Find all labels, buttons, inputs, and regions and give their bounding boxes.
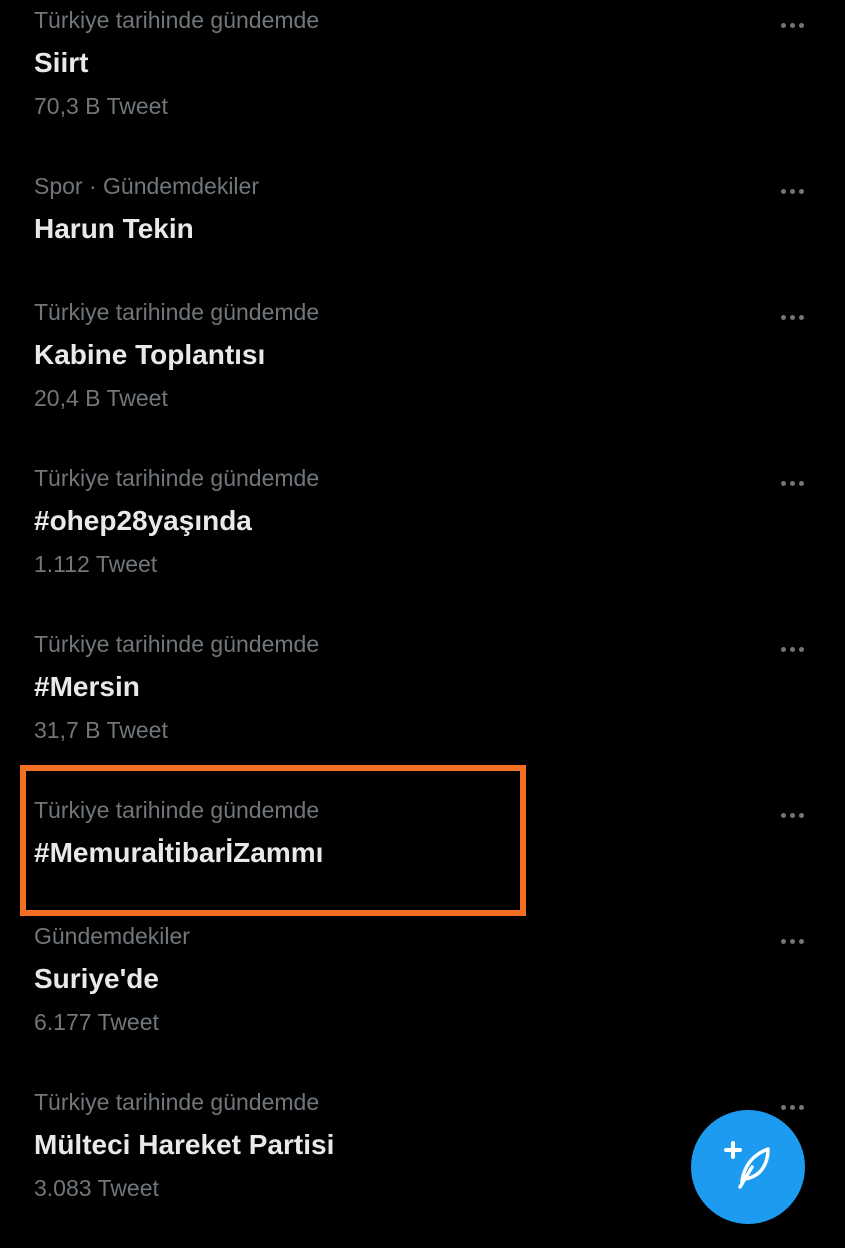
trend-tweet-count: 31,7 B Tweet <box>34 717 168 743</box>
trend-tweet-count: 20,4 B Tweet <box>34 385 168 411</box>
trend-title: Siirt <box>34 47 89 78</box>
trend-title: Suriye'de <box>34 963 159 994</box>
trend-title: Mülteci Hareket Partisi <box>34 1129 335 1160</box>
trend-title: #ohep28yaşında <box>34 505 252 536</box>
more-horizontal-icon[interactable] <box>768 468 816 498</box>
trend-context: Türkiye tarihinde gündemde <box>34 299 320 325</box>
trend-tweet-count: 6.177 Tweet <box>34 1009 159 1035</box>
trend-context: Türkiye tarihinde gündemde <box>34 465 320 491</box>
compose-button[interactable] <box>691 1110 805 1224</box>
trend-title: Harun Tekin <box>34 213 194 244</box>
more-horizontal-icon[interactable] <box>768 10 816 40</box>
more-horizontal-icon[interactable] <box>768 926 816 956</box>
trend-item[interactable]: Türkiye tarihinde gündemde Kabine Toplan… <box>0 292 845 458</box>
trend-context: Türkiye tarihinde gündemde <box>34 631 320 657</box>
trend-context: Türkiye tarihinde gündemde <box>34 7 320 33</box>
trend-item[interactable]: Gündemdekiler Suriye'de 6.177 Tweet <box>0 916 845 1082</box>
trend-tweet-count: 70,3 B Tweet <box>34 93 168 119</box>
trend-item[interactable]: Türkiye tarihinde gündemde #ohep28yaşınd… <box>0 458 845 624</box>
trends-list: Türkiye tarihinde gündemde Siirt 70,3 B … <box>0 0 845 1201</box>
more-horizontal-icon[interactable] <box>768 634 816 664</box>
more-horizontal-icon[interactable] <box>768 302 816 332</box>
trend-tweet-count: 1.112 Tweet <box>34 551 158 577</box>
trend-title: #Mersin <box>34 671 140 702</box>
more-horizontal-icon[interactable] <box>768 800 816 830</box>
trend-context: Spor · Gündemdekiler <box>34 173 259 199</box>
trend-item[interactable]: Türkiye tarihinde gündemde Siirt 70,3 B … <box>0 0 845 166</box>
trend-context: Türkiye tarihinde gündemde <box>34 1089 320 1115</box>
highlight-box <box>20 765 526 916</box>
trend-tweet-count: 3.083 Tweet <box>34 1175 159 1201</box>
trend-title: Kabine Toplantısı <box>34 339 266 370</box>
more-horizontal-icon[interactable] <box>768 176 816 206</box>
compose-feather-icon <box>718 1135 778 1200</box>
trend-context: Gündemdekiler <box>34 923 190 949</box>
